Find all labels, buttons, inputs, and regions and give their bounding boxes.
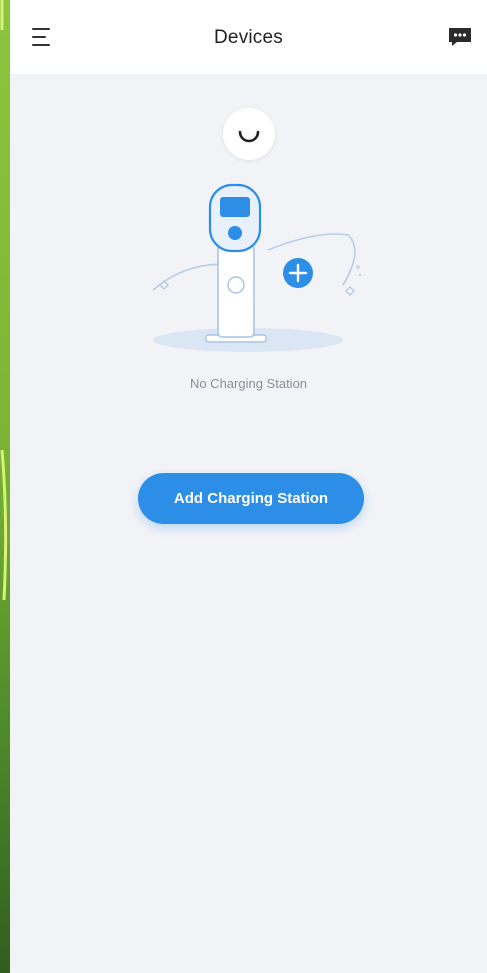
menu-icon-line [32, 36, 46, 38]
message-button[interactable] [447, 26, 473, 48]
app-screen: Devices No Charging Station Add Charging… [10, 0, 487, 973]
empty-state-message: No Charging Station [189, 376, 308, 391]
menu-icon-line [32, 28, 50, 30]
message-icon [449, 28, 471, 46]
menu-icon-line [32, 44, 50, 46]
loading-indicator [222, 108, 275, 160]
top-bar: Devices [10, 0, 487, 74]
add-charging-station-button[interactable]: Add Charging Station [138, 473, 364, 524]
loading-spinner-icon [238, 130, 259, 143]
page-title: Devices [214, 27, 283, 48]
charging-station-illustration [152, 183, 362, 352]
menu-button[interactable] [32, 28, 54, 46]
